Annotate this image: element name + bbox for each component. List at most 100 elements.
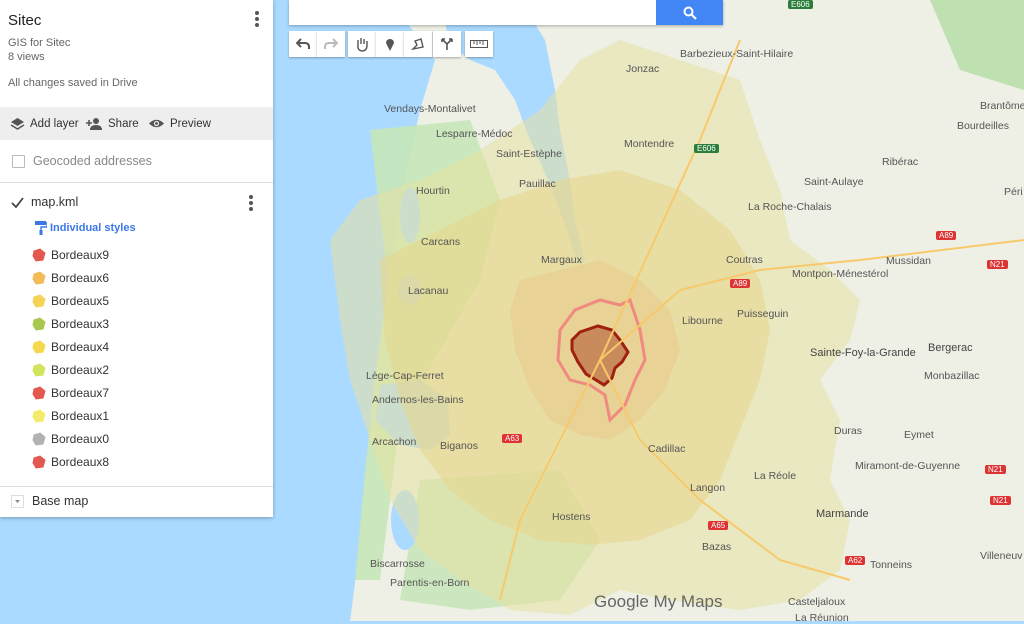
layer-item[interactable]: Bordeaux6 [32, 271, 109, 285]
measure-button[interactable] [465, 31, 493, 57]
polygon-style-icon[interactable] [32, 386, 46, 400]
polygon-style-icon[interactable] [32, 409, 46, 423]
place-label: Saint-Estèphe [496, 148, 562, 160]
polygon-style-icon[interactable] [32, 340, 46, 354]
place-label: Langon [690, 482, 726, 494]
place-label: Margaux [541, 254, 582, 266]
base-map-label: Base map [32, 494, 89, 508]
place-label: Jonzac [626, 63, 660, 75]
road-shield: A65 [708, 521, 729, 530]
preview-button[interactable]: Preview [148, 107, 211, 140]
layer-item[interactable]: Bordeaux8 [32, 455, 109, 469]
add-layer-label: Add layer [30, 117, 79, 130]
share-button[interactable]: Share [86, 107, 139, 140]
redo-button[interactable] [317, 31, 345, 57]
marker-icon [386, 39, 394, 51]
layer-item-label: Bordeaux1 [51, 409, 110, 423]
divider [0, 486, 273, 487]
layer-header[interactable]: map.kml [11, 195, 78, 209]
base-map-row[interactable]: Base map [11, 494, 88, 508]
panel-toolbar: Add layer Share Preview [0, 107, 273, 140]
layer-name[interactable]: map.kml [31, 195, 78, 209]
map-title[interactable]: Sitec [8, 12, 41, 29]
layer-options-button[interactable] [241, 193, 261, 213]
place-label: Montpon-Ménestérol [792, 268, 889, 280]
place-label: Marmande [816, 508, 869, 520]
search-button[interactable] [656, 0, 723, 25]
layer-item-label: Bordeaux6 [51, 271, 110, 285]
redo-icon [324, 38, 338, 49]
place-label: Brantôme [980, 100, 1024, 112]
map-panel: Sitec GIS for Sitec 8 views All changes … [0, 0, 273, 517]
chevron-down-icon[interactable] [11, 494, 24, 508]
polygon-style-icon[interactable] [32, 455, 46, 469]
polygon-style-icon[interactable] [32, 271, 46, 285]
place-label: Parentis-en-Born [390, 577, 470, 589]
place-label: Andernos-les-Bains [372, 394, 464, 406]
geocoded-layer-row[interactable]: Geocoded addresses [12, 154, 152, 168]
place-label: Vendays-Montalivet [384, 103, 476, 115]
paint-roller-icon [35, 221, 47, 235]
map-options-button[interactable] [247, 9, 267, 29]
road-shield: N21 [987, 260, 1008, 269]
road-shield: A89 [730, 279, 751, 288]
individual-styles-link[interactable]: Individual styles [34, 220, 136, 235]
polygon-style-icon[interactable] [32, 363, 46, 377]
layer-item[interactable]: Bordeaux0 [32, 432, 109, 446]
draw-line-button[interactable] [404, 31, 432, 57]
layer-item[interactable]: Bordeaux7 [32, 386, 109, 400]
pan-hand-button[interactable] [348, 31, 376, 57]
place-label: Villeneuv [980, 550, 1023, 562]
search-bar [289, 0, 723, 25]
layer-item[interactable]: Bordeaux4 [32, 340, 109, 354]
save-status: All changes saved in Drive [8, 77, 138, 89]
layer-item-label: Bordeaux3 [51, 317, 110, 331]
place-label: Eymet [904, 429, 934, 441]
polygon-style-icon[interactable] [32, 432, 46, 446]
layer-item-label: Bordeaux2 [51, 363, 110, 377]
layer-item-label: Bordeaux7 [51, 386, 110, 400]
place-label: Arcachon [372, 436, 417, 448]
layer-item-label: Bordeaux5 [51, 294, 110, 308]
add-person-icon [86, 118, 102, 130]
layer-item-label: Bordeaux8 [51, 455, 110, 469]
add-marker-button[interactable] [376, 31, 404, 57]
map-description[interactable]: GIS for Sitec [8, 37, 70, 49]
place-label: Ribérac [882, 156, 919, 168]
layer-item[interactable]: Bordeaux5 [32, 294, 109, 308]
polygon-style-icon[interactable] [32, 294, 46, 308]
layer-item[interactable]: Bordeaux2 [32, 363, 109, 377]
place-label: Cadillac [648, 443, 686, 455]
layer-item[interactable]: Bordeaux1 [32, 409, 109, 423]
place-label: Casteljaloux [788, 596, 846, 608]
place-label: Bourdeilles [957, 120, 1009, 132]
directions-button[interactable] [433, 31, 461, 57]
place-label: Lesparre-Médoc [436, 128, 513, 140]
add-layer-button[interactable]: Add layer [10, 107, 79, 140]
individual-styles-label: Individual styles [50, 221, 136, 234]
place-label: Bergerac [928, 342, 973, 354]
preview-label: Preview [170, 117, 211, 130]
geocoded-layer-checkbox[interactable] [12, 154, 25, 168]
hand-icon [357, 37, 368, 52]
place-label: La Réole [754, 470, 797, 482]
search-input[interactable] [289, 0, 656, 25]
ruler-icon [470, 40, 488, 48]
draw-line-icon [411, 38, 424, 51]
place-label: Biganos [440, 440, 478, 452]
polygon-style-icon[interactable] [32, 317, 46, 331]
layer-item-label: Bordeaux9 [51, 248, 110, 262]
place-label: Puisseguin [737, 308, 789, 320]
place-label: Pauillac [519, 178, 556, 190]
road-shield: N21 [985, 465, 1006, 474]
share-label: Share [108, 117, 139, 130]
layer-item[interactable]: Bordeaux9 [32, 248, 109, 262]
layer-item[interactable]: Bordeaux3 [32, 317, 109, 331]
checkmark-icon[interactable] [11, 196, 24, 208]
search-icon [683, 6, 697, 20]
polygon-style-icon[interactable] [32, 248, 46, 262]
undo-button[interactable] [289, 31, 317, 57]
views-count: 8 views [8, 51, 45, 63]
road-shield: A89 [936, 231, 957, 240]
place-label: Monbazillac [924, 370, 980, 382]
